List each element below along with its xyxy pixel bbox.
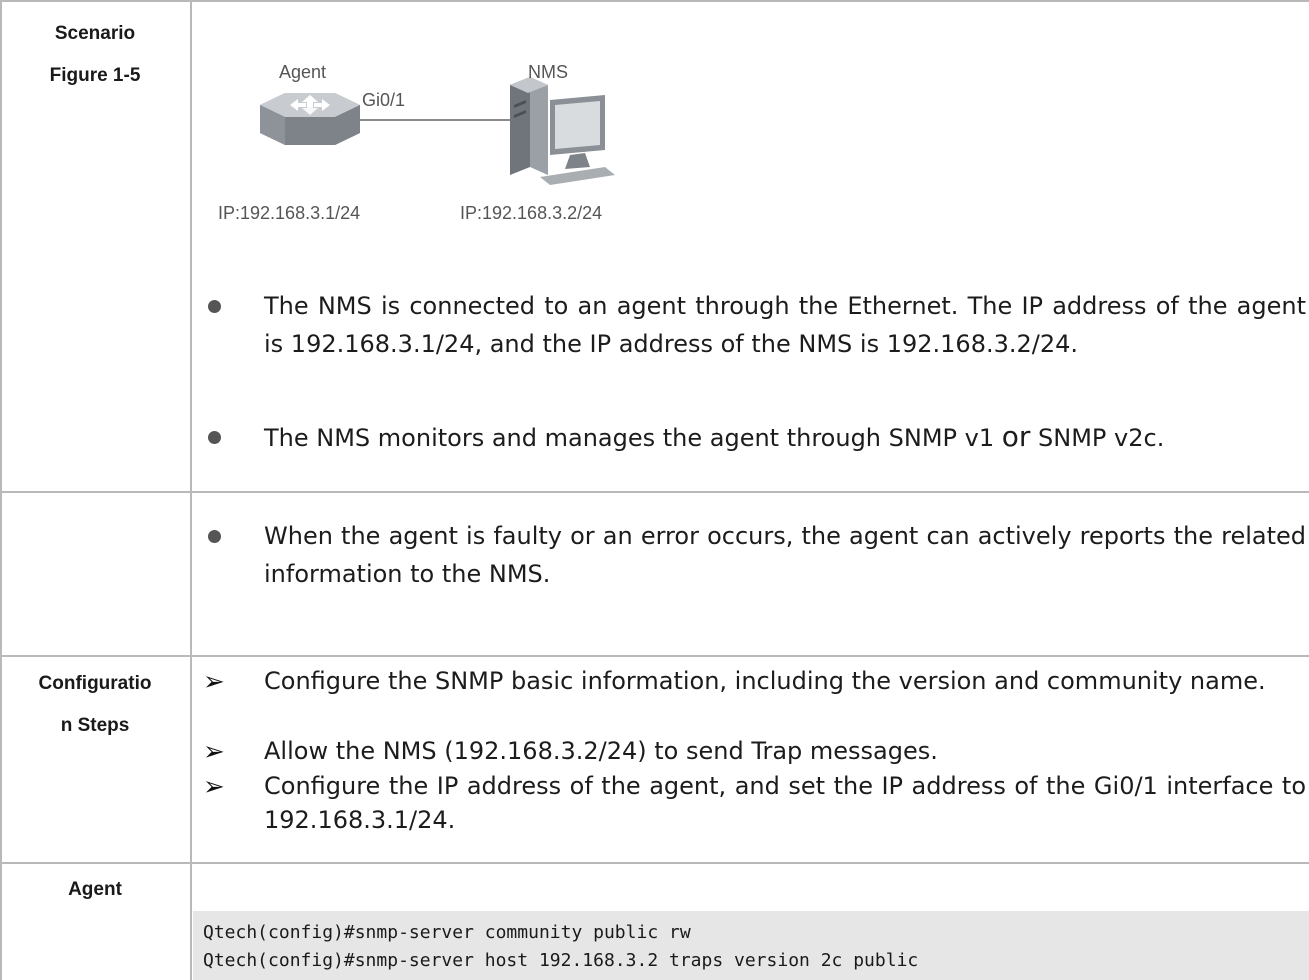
config-step-text: Configure the IP address of the agent, a… — [264, 772, 1306, 834]
bullet-text-part: The NMS monitors and manages the agent t… — [264, 424, 1002, 452]
table-border-left — [0, 0, 2, 980]
figure-nms-label: NMS — [528, 62, 568, 82]
table-column-divider — [190, 0, 192, 980]
arrow-bullet-icon: ➢ — [203, 667, 225, 697]
bullet-dot — [208, 300, 221, 313]
network-figure: Agent NMS Gi0/1 IP:192.168.3.1/24 IP:192… — [210, 55, 670, 230]
row-divider — [0, 491, 1309, 493]
config-step-text: Allow the NMS (192.168.3.2/24) to send T… — [264, 737, 938, 765]
config-step-text: Configure the SNMP basic information, in… — [264, 667, 1266, 695]
row-label-agent: Agent — [68, 879, 122, 900]
requirement-bullet-text: When the agent is faulty or an error occ… — [264, 522, 1306, 588]
arrow-bullet-icon: ➢ — [203, 737, 225, 767]
row-label-configuration-cont: n Steps — [60, 715, 130, 736]
figure-interface-label: Gi0/1 — [362, 90, 406, 110]
bullet-text-or: or — [1001, 420, 1031, 453]
scenario-bullet-text: The NMS monitors and manages the agent t… — [264, 418, 1306, 457]
computer-icon — [510, 77, 615, 185]
code-line: Qtech(config)#snmp-server host 192.168.3… — [203, 950, 919, 971]
arrow-bullet-icon: ➢ — [203, 772, 225, 802]
figure-nms-ip: IP:192.168.3.2/24 — [460, 203, 603, 223]
row-label-scenario: Scenario — [54, 23, 136, 44]
figure-agent-label: Agent — [279, 62, 327, 82]
row-label-configuration: Configuratio — [38, 673, 152, 694]
row-divider — [0, 862, 1309, 864]
row-label-figure: Figure 1-5 — [49, 65, 141, 86]
bullet-dot — [208, 431, 221, 444]
config-example-table: Scenario Figure 1-5 Configuratio n Steps… — [0, 0, 1309, 980]
bullet-dot — [208, 530, 221, 543]
bullet-text-part: SNMP v2c. — [1030, 424, 1165, 452]
scenario-bullet-text: The NMS is connected to an agent through… — [264, 292, 1306, 358]
switch-icon — [260, 93, 360, 145]
figure-agent-ip: IP:192.168.3.1/24 — [218, 203, 361, 223]
table-border-top — [0, 0, 1309, 2]
code-line: Qtech(config)#snmp-server community publ… — [203, 922, 691, 943]
row-divider — [0, 655, 1309, 657]
